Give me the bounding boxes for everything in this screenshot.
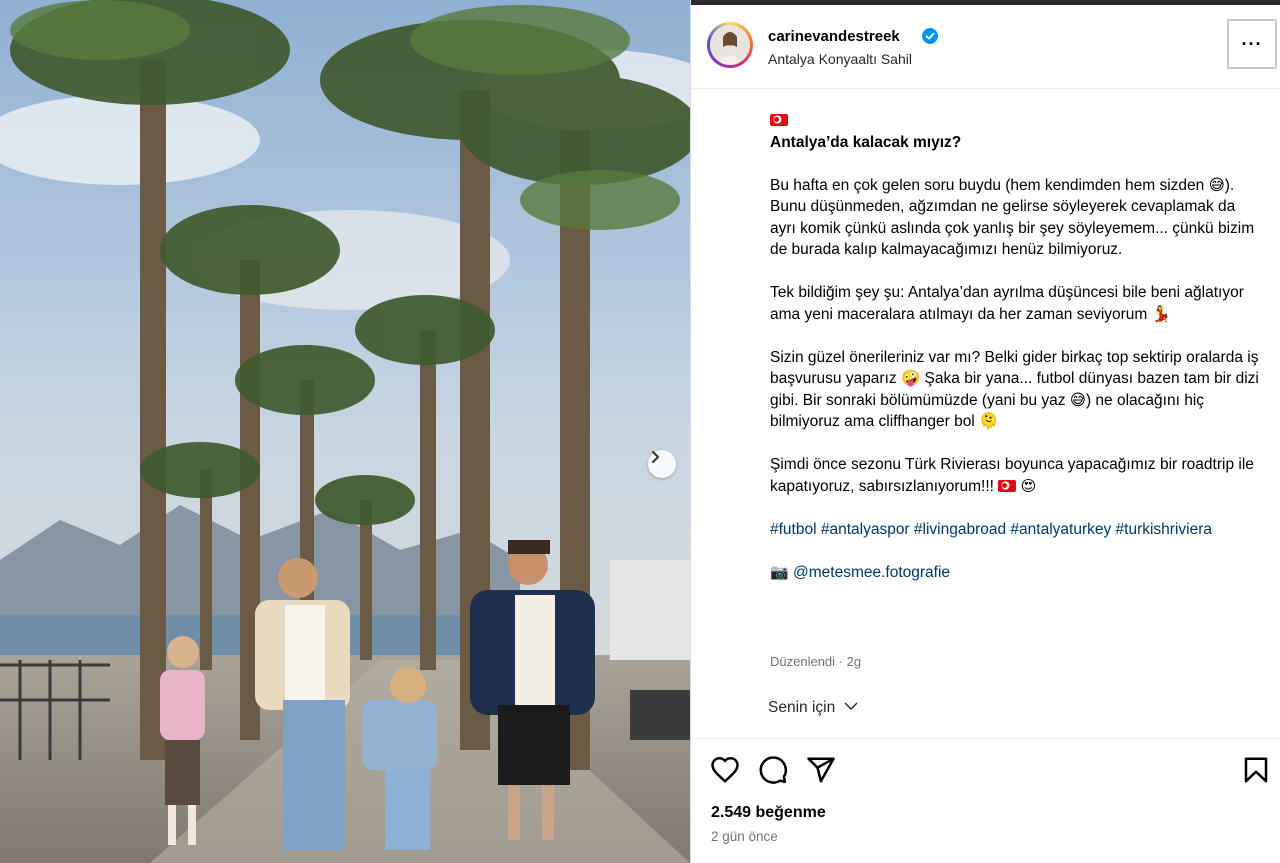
camera-emoji: 📷: [770, 562, 789, 581]
turkey-flag-icon: [998, 479, 1017, 492]
caption-title: Antalya’da kalacak mıyız?: [770, 132, 1265, 154]
username[interactable]: carinevandestreek: [768, 28, 900, 45]
caption-paragraph-3: Sizin güzel önerileriniz var mı? Belki g…: [770, 348, 1259, 431]
heart-icon[interactable]: [710, 755, 740, 785]
caption-hashtags[interactable]: #futbol #antalyaspor #livingabroad #anta…: [770, 519, 1265, 541]
post-header: carinevandestreek Antalya Konyaaltı Sahi…: [691, 5, 1280, 89]
for-you-label: Senin için: [768, 699, 836, 716]
divider: [691, 738, 1280, 739]
photo-credit-link[interactable]: @metesmee.fotografie: [793, 564, 950, 581]
carousel-next-button[interactable]: [648, 450, 676, 478]
story-ring[interactable]: [707, 22, 753, 68]
post-image-illustration: [0, 0, 690, 863]
heart-eyes-emoji: 😍: [1020, 476, 1037, 495]
likes-count[interactable]: 2.549 beğenme: [711, 804, 826, 822]
verified-badge-icon: [922, 28, 938, 44]
edited-timestamp: Düzenlendi · 2g: [770, 654, 862, 669]
caption-flag-line: [770, 110, 1265, 132]
caption-paragraph-4: Şimdi önce sezonu Türk Rivierası boyunca…: [770, 454, 1265, 497]
post-side-panel: carinevandestreek Antalya Konyaaltı Sahi…: [690, 0, 1280, 863]
turkey-flag-icon: [770, 114, 788, 126]
photo-credit: 📷 @metesmee.fotografie: [770, 562, 1265, 584]
caption-paragraph-2: Tek bildiğim şey şu: Antalya’dan ayrılma…: [770, 284, 1244, 323]
avatar[interactable]: [710, 25, 750, 65]
chevron-right-icon: [652, 451, 659, 463]
chevron-down-icon: [844, 702, 858, 710]
post-age[interactable]: 2 gün önce: [711, 829, 778, 844]
post-caption: Antalya’da kalacak mıyız? Bu hafta en ço…: [770, 110, 1265, 583]
for-you-dropdown[interactable]: Senin için: [768, 699, 858, 717]
caption-title-text: Antalya’da kalacak mıyız?: [770, 133, 962, 151]
action-bar: [691, 752, 1280, 788]
comment-icon[interactable]: [758, 755, 788, 785]
post-photo: [0, 0, 690, 863]
more-options-button[interactable]: ···: [1227, 19, 1277, 69]
share-icon[interactable]: [806, 755, 836, 785]
avatar-image: [710, 25, 750, 65]
location-link[interactable]: Antalya Konyaaltı Sahil: [768, 51, 912, 67]
caption-paragraph-1: Bu hafta en çok gelen soru buydu (hem ke…: [770, 176, 1255, 259]
bookmark-icon[interactable]: [1241, 755, 1271, 785]
